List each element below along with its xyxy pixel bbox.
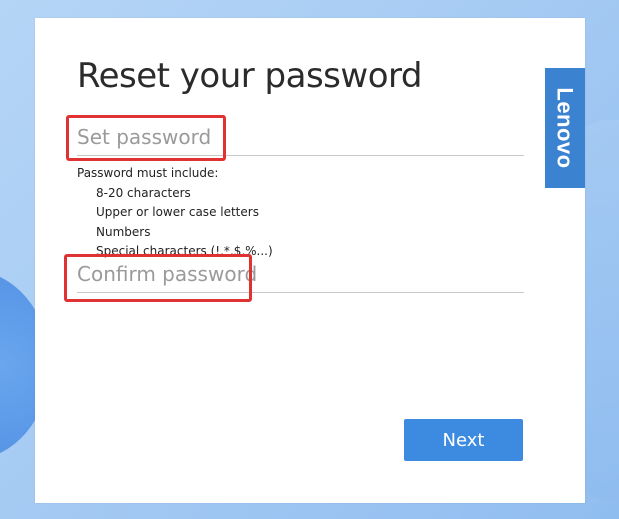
password-requirements: Password must include: 8-20 characters U… [77, 164, 273, 262]
set-password-input[interactable] [77, 118, 524, 156]
requirements-heading: Password must include: [77, 166, 219, 180]
lenovo-logo: Lenovo [545, 68, 585, 188]
requirement-numbers: Numbers [96, 224, 151, 239]
next-button[interactable]: Next [404, 419, 523, 461]
lenovo-logo-text: Lenovo [553, 87, 579, 169]
confirm-password-input[interactable] [77, 255, 524, 293]
requirement-letters: Upper or lower case letters [96, 205, 259, 219]
requirement-length: 8-20 characters [96, 185, 191, 200]
page-title: Reset your password [77, 56, 422, 96]
